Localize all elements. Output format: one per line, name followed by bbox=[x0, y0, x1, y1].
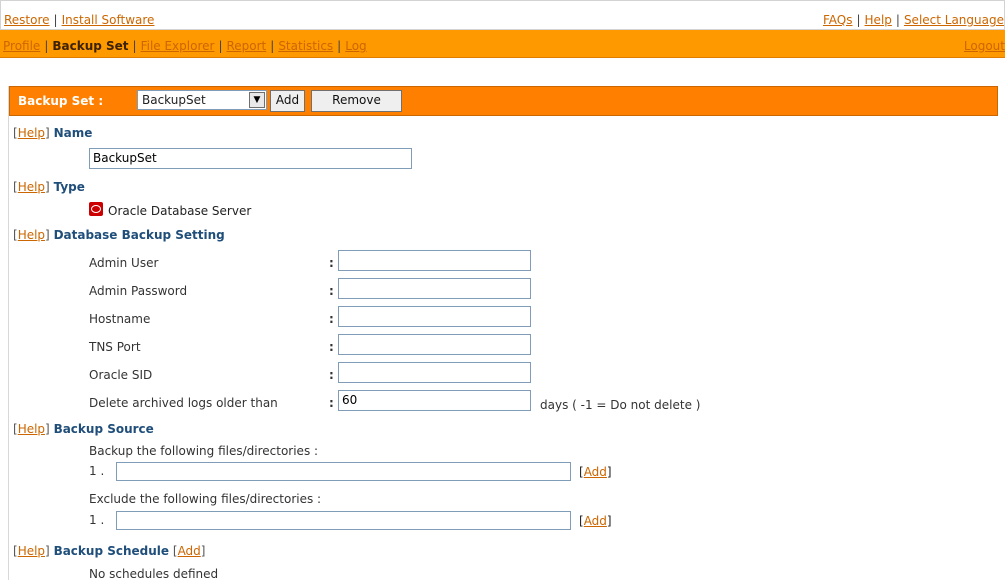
hostname-colon: : bbox=[329, 312, 334, 326]
source-section-heading: [Help] Backup Source bbox=[13, 422, 154, 436]
top-right-links: FAQs | Help | Select Language bbox=[822, 13, 1004, 27]
name-input-value: BackupSet bbox=[93, 151, 157, 165]
tns-port-colon: : bbox=[329, 340, 334, 354]
oracle-sid-label: Oracle SID bbox=[89, 368, 153, 382]
db-section-title: Database Backup Setting bbox=[53, 228, 225, 242]
type-help-link[interactable]: Help bbox=[18, 180, 45, 194]
db-help-link[interactable]: Help bbox=[18, 228, 45, 242]
oracle-sid-input[interactable] bbox=[338, 362, 531, 383]
exclude-index: 1 . bbox=[89, 513, 105, 527]
backup-set-label: Backup Set : bbox=[18, 94, 104, 108]
chevron-down-icon[interactable]: ▼ bbox=[249, 92, 265, 108]
remove-backup-set-button[interactable]: Remove bbox=[311, 90, 402, 112]
schedule-section-title: Backup Schedule bbox=[53, 544, 170, 558]
nav-items: Profile | Backup Set | File Explorer | Report |… bbox=[3, 39, 367, 53]
name-section-heading: [Help] Name bbox=[13, 126, 93, 140]
admin-password-colon: : bbox=[329, 284, 334, 298]
top-utility-bar: Restore | Install Software FAQs | Help | Selec… bbox=[0, 0, 1005, 30]
include-path-input[interactable] bbox=[116, 462, 571, 481]
logout-link[interactable]: Logout bbox=[964, 39, 1005, 53]
delete-logs-input[interactable]: 60 bbox=[338, 390, 531, 411]
type-value: Oracle Database Server bbox=[108, 204, 252, 218]
exclude-label: Exclude the following files/directories … bbox=[89, 492, 322, 506]
type-section-title: Type bbox=[53, 180, 85, 194]
schedule-section-heading: [Help] Backup Schedule [Add] bbox=[13, 544, 206, 558]
exclude-path-input[interactable] bbox=[116, 511, 571, 530]
main-nav-bar: Profile | Backup Set | File Explorer | Report |… bbox=[0, 30, 1005, 58]
select-language-link[interactable]: Select Language bbox=[904, 13, 1004, 27]
admin-password-label: Admin Password bbox=[89, 284, 188, 298]
include-add-container: [Add] bbox=[579, 465, 612, 479]
top-left-links: Restore | Install Software bbox=[4, 13, 155, 27]
backup-set-header: Backup Set : BackupSet ▼ Add Remove bbox=[9, 86, 998, 116]
include-add-link[interactable]: Add bbox=[584, 465, 607, 479]
admin-user-input[interactable] bbox=[338, 250, 531, 271]
exclude-add-container: [Add] bbox=[579, 514, 612, 528]
hostname-input[interactable] bbox=[338, 306, 531, 327]
backup-set-panel: Backup Set : BackupSet ▼ Add Remove [Hel… bbox=[8, 86, 1005, 581]
oracle-sid-colon: : bbox=[329, 368, 334, 382]
oracle-database-icon bbox=[89, 202, 103, 216]
name-help-link[interactable]: Help bbox=[18, 126, 45, 140]
nav-statistics[interactable]: Statistics bbox=[278, 39, 333, 53]
nav-log[interactable]: Log bbox=[345, 39, 366, 53]
install-software-link[interactable]: Install Software bbox=[62, 13, 155, 27]
restore-link[interactable]: Restore bbox=[4, 13, 50, 27]
nav-profile[interactable]: Profile bbox=[3, 39, 40, 53]
schedule-add-link[interactable]: Add bbox=[178, 544, 201, 558]
backup-set-select[interactable]: BackupSet ▼ bbox=[137, 90, 267, 110]
include-label: Backup the following files/directories : bbox=[89, 444, 319, 458]
schedule-help-link[interactable]: Help bbox=[18, 544, 45, 558]
nav-file-explorer[interactable]: File Explorer bbox=[141, 39, 215, 53]
source-help-link[interactable]: Help bbox=[18, 422, 45, 436]
name-input[interactable]: BackupSet bbox=[89, 148, 412, 169]
admin-password-input[interactable] bbox=[338, 278, 531, 299]
type-section-heading: [Help] Type bbox=[13, 180, 85, 194]
faqs-link[interactable]: FAQs bbox=[823, 13, 853, 27]
tns-port-label: TNS Port bbox=[89, 340, 141, 354]
days-note: days ( -1 = Do not delete ) bbox=[540, 398, 701, 412]
db-section-heading: [Help] Database Backup Setting bbox=[13, 228, 225, 242]
tns-port-input[interactable] bbox=[338, 334, 531, 355]
help-link[interactable]: Help bbox=[865, 13, 892, 27]
logout-container: Logout bbox=[964, 39, 1005, 53]
admin-user-colon: : bbox=[329, 256, 334, 270]
nav-report[interactable]: Report bbox=[226, 39, 266, 53]
add-backup-set-button[interactable]: Add bbox=[270, 90, 305, 112]
backup-set-selected-value: BackupSet bbox=[142, 93, 206, 107]
source-section-title: Backup Source bbox=[53, 422, 154, 436]
include-index: 1 . bbox=[89, 464, 105, 478]
delete-logs-label: Delete archived logs older than bbox=[89, 396, 278, 410]
exclude-add-link[interactable]: Add bbox=[584, 514, 607, 528]
nav-backup-set[interactable]: Backup Set bbox=[52, 39, 128, 53]
name-section-title: Name bbox=[53, 126, 93, 140]
no-schedules-text: No schedules defined bbox=[89, 567, 219, 581]
hostname-label: Hostname bbox=[89, 312, 151, 326]
admin-user-label: Admin User bbox=[89, 256, 159, 270]
delete-logs-colon: : bbox=[329, 396, 334, 410]
